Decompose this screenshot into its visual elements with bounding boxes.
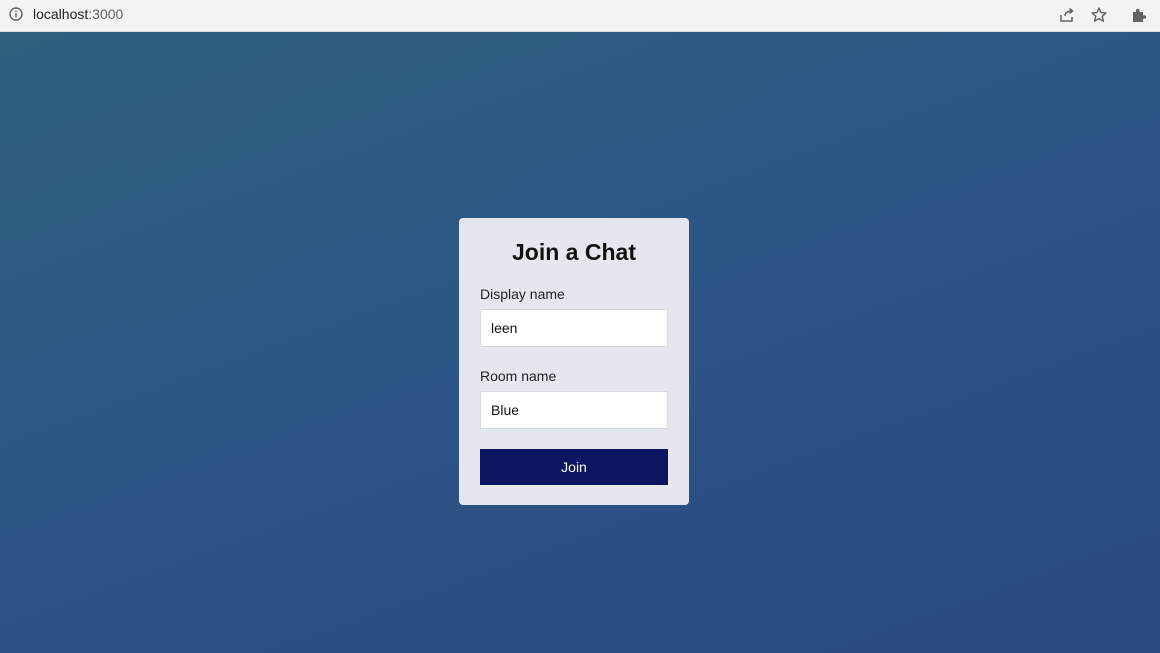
- join-chat-card: Join a Chat Display name Room name Join: [459, 218, 689, 505]
- room-name-input[interactable]: [480, 391, 668, 429]
- display-name-input[interactable]: [480, 309, 668, 347]
- browser-toolbar: localhost:3000: [0, 0, 1160, 32]
- info-icon[interactable]: [9, 7, 23, 21]
- page-background: Join a Chat Display name Room name Join: [0, 32, 1160, 653]
- address-bar[interactable]: localhost:3000: [0, 0, 1116, 28]
- extensions-icon[interactable]: [1130, 6, 1148, 24]
- room-name-label: Room name: [480, 368, 557, 384]
- bookmark-star-icon[interactable]: [1090, 6, 1108, 24]
- url-text[interactable]: localhost:3000: [33, 6, 123, 22]
- display-name-label: Display name: [480, 286, 565, 302]
- share-icon[interactable]: [1058, 6, 1076, 24]
- join-button[interactable]: Join: [480, 449, 668, 485]
- url-port: :3000: [88, 6, 124, 22]
- url-host: localhost: [33, 6, 89, 22]
- page-title: Join a Chat: [512, 239, 636, 265]
